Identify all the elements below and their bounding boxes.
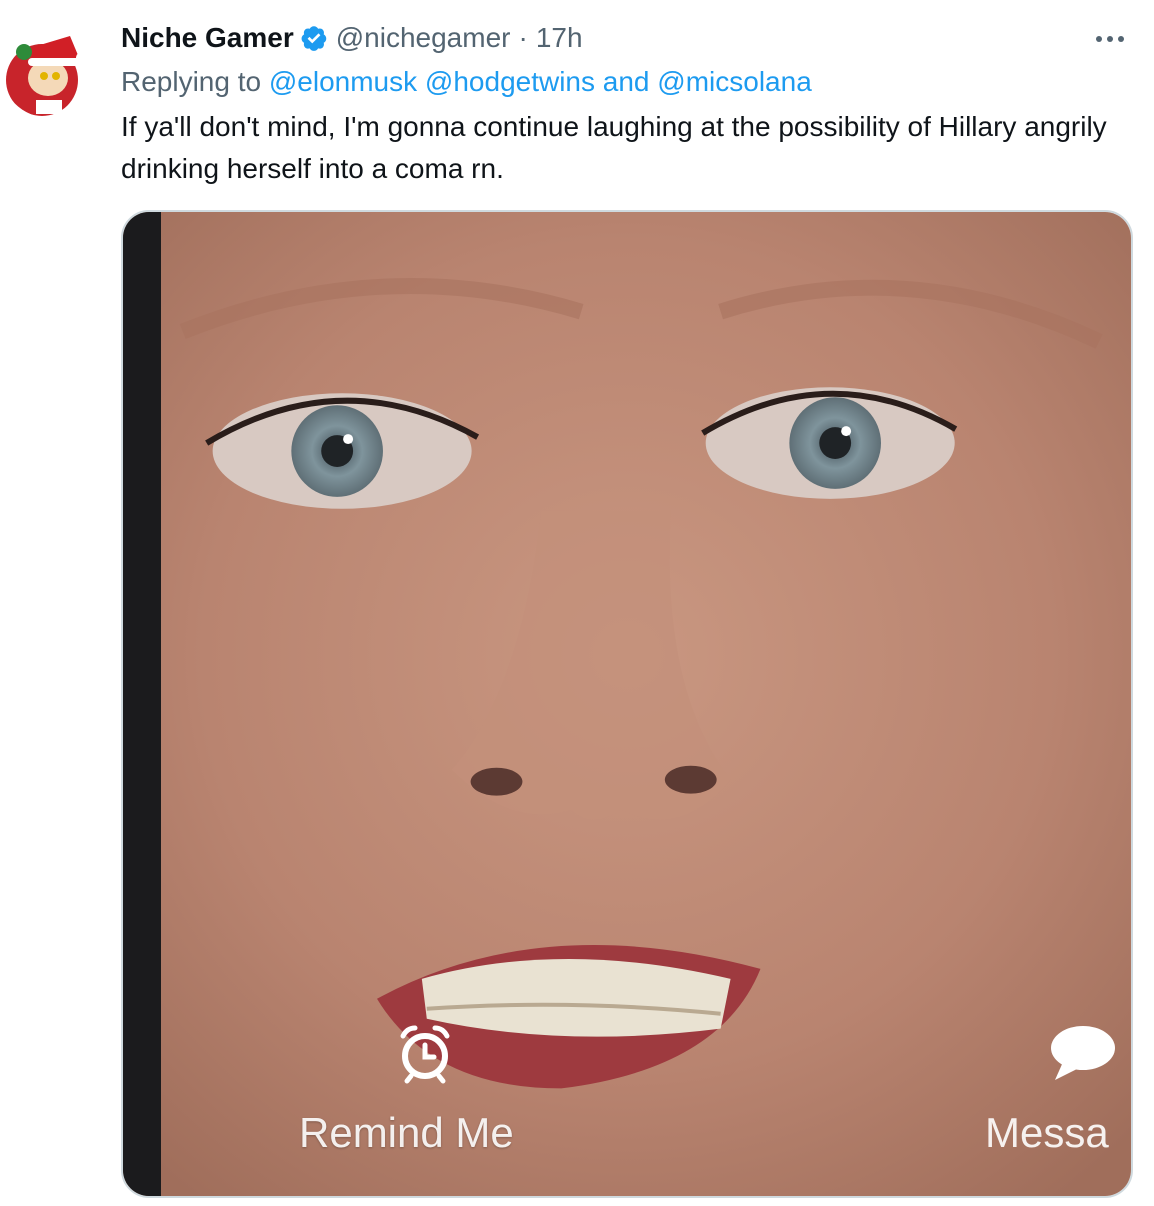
- mention-joiner[interactable]: and: [603, 66, 650, 97]
- replying-to: Replying to @elonmusk @hodgetwins and @m…: [121, 62, 812, 102]
- mention-micsolana[interactable]: @micsolana: [657, 66, 811, 97]
- tweet-header: Niche Gamer @nichegamer · 17h: [121, 18, 583, 58]
- speech-bubble-icon[interactable]: [1049, 1024, 1117, 1082]
- separator-dot: ·: [518, 22, 528, 53]
- more-options-icon[interactable]: [1088, 24, 1132, 54]
- handle[interactable]: @nichegamer: [336, 18, 511, 58]
- face-photo: [123, 212, 1131, 1196]
- alarm-clock-icon[interactable]: [393, 1020, 457, 1084]
- display-name[interactable]: Niche Gamer: [121, 18, 294, 58]
- tweet-text: If ya'll don't mind, I'm gonna continue …: [121, 111, 1107, 184]
- mention-elonmusk[interactable]: @elonmusk: [269, 66, 417, 97]
- verified-badge-icon: [300, 24, 328, 52]
- tweet-media[interactable]: Remind Me Messa: [121, 210, 1133, 1198]
- remind-me-label[interactable]: Remind Me: [299, 1108, 514, 1158]
- reply-prefix: Replying to: [121, 66, 262, 97]
- timestamp[interactable]: 17h: [536, 18, 583, 58]
- media-dark-edge: [123, 212, 161, 1196]
- message-label[interactable]: Messa: [985, 1108, 1109, 1158]
- mention-hodgetwins[interactable]: @hodgetwins: [425, 66, 595, 97]
- avatar[interactable]: [0, 18, 100, 118]
- tweet[interactable]: Niche Gamer @nichegamer · 17h Replying t…: [0, 0, 1154, 1206]
